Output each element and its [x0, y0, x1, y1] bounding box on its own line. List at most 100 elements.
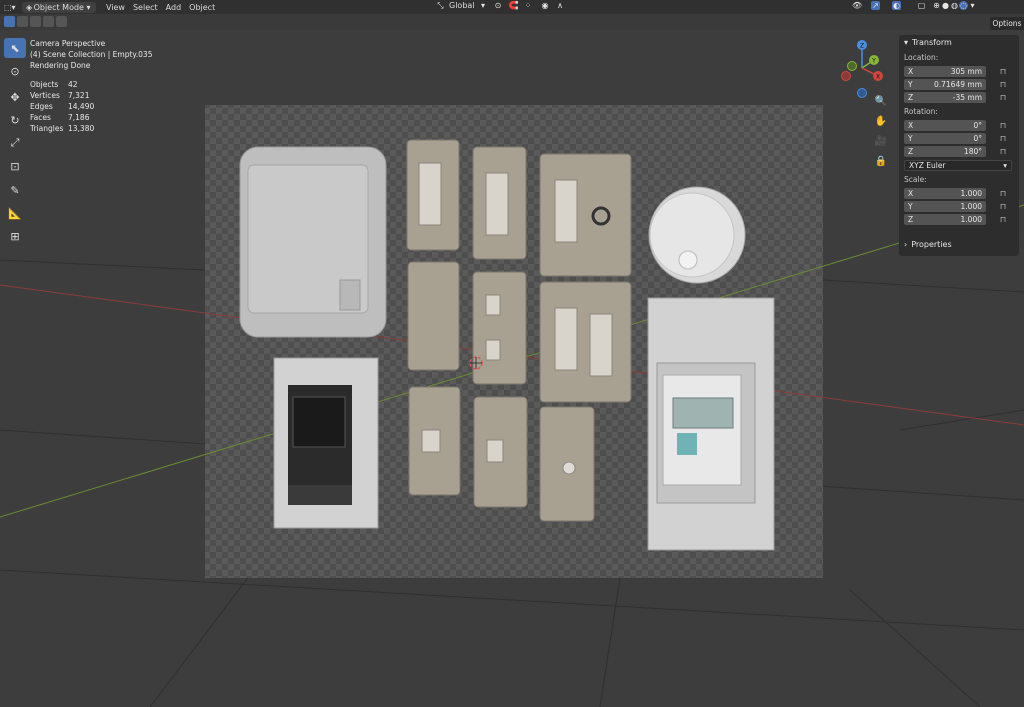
menu-view[interactable]: View	[102, 3, 129, 12]
measure-tool-icon[interactable]: 📐	[4, 203, 26, 223]
rotate-tool-icon[interactable]: ↻	[4, 110, 26, 130]
options-dropdown[interactable]: Options	[990, 17, 1024, 30]
rotation-x-field[interactable]: X 0°	[904, 119, 986, 131]
lock-icon[interactable]: ⊓	[996, 121, 1010, 130]
menu-add[interactable]: Add	[162, 3, 186, 12]
navigation-gizmo[interactable]: Z Y X	[834, 38, 890, 102]
scale-x-field[interactable]: X 1.000	[904, 187, 986, 199]
outlet-cover-large[interactable]	[239, 146, 387, 338]
select-box-tool-icon[interactable]: ⬉	[4, 38, 26, 58]
editor-type-icon[interactable]: ⬚▾	[0, 3, 20, 12]
gizmo-toggle-icon[interactable]: ↗	[871, 1, 880, 10]
view-name: Camera Perspective	[30, 39, 106, 48]
stat-value: 14,490	[68, 102, 95, 111]
water-heater-remote[interactable]	[647, 297, 775, 551]
3d-viewport[interactable]: ⬉ ⊙ ✥ ↻ ⤢ ⊡ ✎ 📐 ⊞ Camera Perspective (4)…	[0, 30, 1024, 707]
stat-value: 7,321	[68, 91, 90, 100]
camera-view-icon[interactable]: 🎥	[872, 136, 890, 154]
viewport-header: ⬚▾ ◈ Object Mode ▾ View Select Add Objec…	[0, 0, 1024, 14]
rotation-label: Rotation:	[904, 107, 938, 116]
scale-x-row: X 1.000 ⊓	[904, 187, 1019, 199]
lock-icon[interactable]: ⊓	[996, 189, 1010, 198]
lock-icon[interactable]: ⊓	[996, 67, 1010, 76]
stat-value: 42	[68, 80, 78, 89]
gizmo-z-label: Z	[860, 43, 864, 50]
lock-icon[interactable]: ⊓	[996, 80, 1010, 89]
scale-label: Scale:	[904, 175, 927, 184]
location-x-row: X 305 mm ⊓	[904, 65, 1019, 77]
gizmo-y-label: Y	[871, 58, 876, 65]
overlay-toggle-icon[interactable]: ◐	[892, 1, 901, 10]
lock-icon[interactable]: ⊓	[996, 134, 1010, 143]
select-new-icon[interactable]	[4, 16, 15, 27]
scale-tool-icon[interactable]: ⤢	[4, 133, 26, 153]
select-mode-buttons	[4, 16, 69, 27]
pan-hand-icon[interactable]: ✋	[872, 116, 890, 134]
shading-material-icon[interactable]: ◍	[950, 1, 959, 10]
stat-label: Edges	[30, 102, 53, 111]
menu-object[interactable]: Object	[185, 3, 219, 12]
scale-z-field[interactable]: Z 1.000	[904, 213, 986, 225]
location-y-field[interactable]: Y 0.71649 mm	[904, 78, 986, 90]
stat-label: Objects	[30, 80, 59, 89]
active-collection: (4) Scene Collection | Empty.035	[30, 50, 153, 59]
transform-panel-header[interactable]: ▾ Transform	[899, 35, 1019, 49]
visibility-icon[interactable]: 👁	[852, 1, 862, 10]
select-intersect-icon[interactable]	[56, 16, 67, 27]
chevron-down-icon[interactable]: ▾	[968, 1, 977, 10]
snap-target-icon[interactable]: ⁘	[524, 1, 533, 10]
toolbar: ⬉ ⊙ ✥ ↻ ⤢ ⊡ ✎ 📐 ⊞	[4, 38, 28, 249]
rotation-x-row: X 0° ⊓	[904, 119, 1019, 131]
location-x-field[interactable]: X 305 mm	[904, 65, 986, 77]
cursor-tool-icon[interactable]: ⊙	[4, 61, 26, 81]
zoom-icon[interactable]: 🔍	[872, 96, 890, 114]
scale-y-row: Y 1.000 ⊓	[904, 200, 1019, 212]
stat-label: Triangles	[30, 124, 64, 133]
stat-label: Vertices	[30, 91, 60, 100]
falloff-icon[interactable]: ∧	[556, 1, 565, 10]
annotate-tool-icon[interactable]: ✎	[4, 180, 26, 200]
properties-panel-header[interactable]: › Properties	[899, 237, 1019, 251]
rotation-y-row: Y 0° ⊓	[904, 132, 1019, 144]
location-z-row: Z -35 mm ⊓	[904, 91, 1019, 103]
select-extend-icon[interactable]	[17, 16, 28, 27]
proportional-edit-icon[interactable]: ◉	[541, 1, 550, 10]
location-z-field[interactable]: Z -35 mm	[904, 91, 986, 103]
smoke-detector[interactable]	[648, 186, 746, 284]
rotation-z-field[interactable]: Z 180°	[904, 145, 986, 157]
rotation-z-row: Z 180° ⊓	[904, 145, 1019, 157]
lock-view-icon[interactable]: 🔒	[872, 156, 890, 174]
move-tool-icon[interactable]: ✥	[4, 87, 26, 107]
stat-value: 13,380	[68, 124, 95, 133]
location-label: Location:	[904, 53, 939, 62]
chevron-down-icon: ▾	[1003, 161, 1007, 170]
viewport-nav-buttons: 🔍 ✋ 🎥 🔒	[872, 96, 890, 176]
shading-wireframe-icon[interactable]: ⊕	[932, 1, 941, 10]
rotation-mode-dropdown[interactable]: XYZ Euler ▾	[904, 160, 1012, 171]
location-y-row: Y 0.71649 mm ⊓	[904, 78, 1019, 90]
shading-solid-icon[interactable]: ●	[941, 1, 950, 10]
rotation-y-field[interactable]: Y 0°	[904, 132, 986, 144]
pivot-icon[interactable]: ⊙	[494, 1, 503, 10]
xray-icon[interactable]: ▢	[917, 1, 926, 10]
stat-label: Faces	[30, 113, 51, 122]
select-invert-icon[interactable]	[43, 16, 54, 27]
shading-rendered-icon[interactable]: ◌	[959, 1, 968, 10]
scale-y-field[interactable]: Y 1.000	[904, 200, 986, 212]
snap-icon[interactable]: 🧲	[509, 1, 519, 10]
mode-dropdown[interactable]: ◈ Object Mode ▾	[21, 1, 96, 13]
intercom-monitor[interactable]	[273, 357, 379, 529]
lock-icon[interactable]: ⊓	[996, 202, 1010, 211]
menu-select[interactable]: Select	[129, 3, 162, 12]
transform-orientation-icon[interactable]: ⤡	[436, 1, 445, 10]
lock-icon[interactable]: ⊓	[996, 147, 1010, 156]
lock-icon[interactable]: ⊓	[996, 93, 1010, 102]
viewport-info-overlay: Camera Perspective (4) Scene Collection …	[30, 38, 152, 134]
render-status: Rendering Done	[30, 61, 91, 70]
add-cube-tool-icon[interactable]: ⊞	[4, 226, 26, 246]
object-mode-icon: ◈	[26, 2, 33, 12]
lock-icon[interactable]: ⊓	[996, 215, 1010, 224]
transform-orientation-dropdown[interactable]: Global	[445, 1, 479, 10]
transform-tool-icon[interactable]: ⊡	[4, 156, 26, 176]
select-subtract-icon[interactable]	[30, 16, 41, 27]
